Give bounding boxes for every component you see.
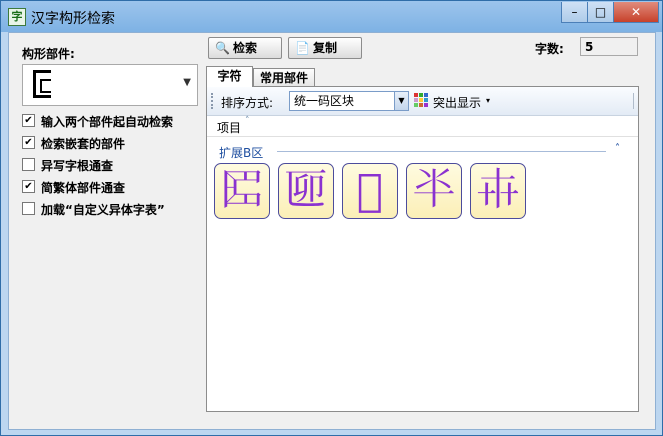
group-title: 扩展B区: [219, 146, 264, 160]
app-window: 字 汉字构形检索 – □ ✕ 构形部件: ▼ ✔ 输入两个部件起自动检索 ✔ 检…: [0, 0, 663, 436]
highlight-button[interactable]: 突出显示: [433, 94, 481, 111]
part-combo[interactable]: ▼: [22, 64, 198, 106]
title-bar[interactable]: 字 汉字构形检索 – □ ✕: [1, 1, 662, 32]
collapse-icon[interactable]: ˄: [615, 143, 620, 154]
option-label: 检索嵌套的部件: [41, 137, 126, 151]
char-tile[interactable]: 𠦂: [406, 163, 462, 219]
count-value: 5: [580, 37, 638, 56]
close-button[interactable]: ✕: [613, 2, 659, 23]
count-label: 字数:: [535, 42, 564, 56]
option-label: 异写字根通查: [41, 159, 114, 173]
char-tile[interactable]: 𠥓: [214, 163, 270, 219]
column-header-item[interactable]: 项目: [217, 119, 241, 136]
window-title: 汉字构形检索: [31, 11, 115, 27]
highlight-grid-icon: [414, 93, 428, 107]
component-glyph-icon: [33, 70, 51, 98]
toolbar-grip[interactable]: [211, 93, 215, 109]
maximize-button[interactable]: □: [587, 2, 614, 23]
copy-button-label: 复制: [313, 41, 338, 55]
search-button[interactable]: 🔍 检索: [208, 37, 282, 59]
copy-icon: 📄: [295, 41, 310, 55]
app-icon: 字: [8, 8, 26, 26]
sort-ascending-icon: ˄: [245, 116, 250, 126]
char-tile[interactable]: 𠥰: [278, 163, 334, 219]
option-label: 输入两个部件起自动检索: [41, 115, 174, 129]
char-tile[interactable]: 𠦁: [342, 163, 398, 219]
group-divider: [277, 151, 606, 152]
checkbox-simp-trad[interactable]: ✔: [22, 180, 35, 193]
checkbox-auto-search[interactable]: ✔: [22, 114, 35, 127]
tab-characters[interactable]: 字符: [206, 66, 253, 87]
search-button-label: 检索: [233, 41, 258, 55]
option-label: 加载“自定义异体字表”: [41, 203, 165, 217]
parts-label: 构形部件:: [22, 47, 75, 61]
char-tile[interactable]: 𠦃: [470, 163, 526, 219]
toolbar-divider: [633, 93, 634, 109]
search-icon: 🔍: [215, 41, 230, 55]
chevron-down-icon[interactable]: ▼: [394, 92, 408, 110]
sort-select[interactable]: 统一码区块 ▼: [289, 91, 409, 111]
tab-common-parts[interactable]: 常用部件: [253, 68, 315, 87]
option-label: 简繁体部件通查: [41, 181, 126, 195]
chevron-down-icon[interactable]: ▼: [183, 77, 191, 88]
column-header[interactable]: 项目 ˄: [207, 116, 638, 137]
results-panel: 排序方式: 统一码区块 ▼ 突出显示 ▾ 项目 ˄ 扩展B区 ˄ 𠥓 𠥰 𠦁 𠦂…: [206, 86, 639, 412]
highlight-dropdown-icon[interactable]: ▾: [486, 96, 490, 105]
checkbox-custom-variants[interactable]: [22, 202, 35, 215]
checkbox-variant-roots[interactable]: [22, 158, 35, 171]
sort-value: 统一码区块: [294, 94, 355, 108]
checkbox-nested-parts[interactable]: ✔: [22, 136, 35, 149]
client-area: 构形部件: ▼ ✔ 输入两个部件起自动检索 ✔ 检索嵌套的部件 异写字根通查 ✔…: [8, 32, 656, 430]
sort-label: 排序方式:: [221, 96, 274, 110]
results-toolbar: 排序方式: 统一码区块 ▼ 突出显示 ▾: [207, 87, 638, 116]
minimize-button[interactable]: –: [561, 2, 588, 23]
copy-button[interactable]: 📄 复制: [288, 37, 362, 59]
